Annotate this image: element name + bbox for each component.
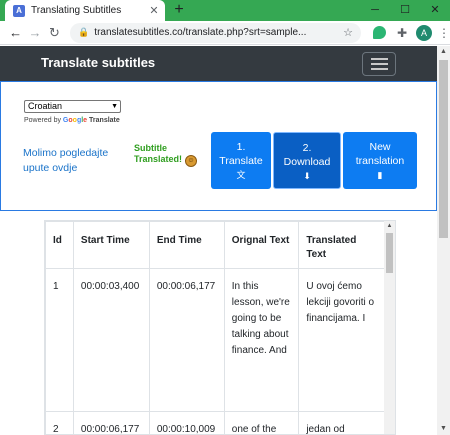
cell-id: 2	[45, 411, 74, 434]
reload-icon[interactable]: ↻	[45, 23, 64, 43]
help-link[interactable]: Molimo pogledajte upute ovdje	[23, 146, 123, 176]
header-original-text: Orignal Text	[223, 221, 300, 269]
translate-favicon-icon: A	[13, 4, 25, 17]
cell-start-time: 00:00:03,400	[72, 268, 150, 412]
minimize-button[interactable]: ─	[360, 0, 390, 21]
chevron-down-icon: ▼	[111, 103, 118, 110]
subtitle-table-container[interactable]: Id Start Time End Time Orignal Text Tran…	[44, 220, 396, 435]
cell-id: 1	[45, 268, 74, 412]
translate-button[interactable]: 1. Translate 文	[211, 132, 271, 189]
language-select[interactable]: Croatian ▼	[24, 100, 121, 113]
cell-start-time: 00:00:06,177	[72, 411, 150, 434]
close-window-button[interactable]: ✕	[420, 0, 450, 21]
back-arrow-icon[interactable]: ←	[6, 23, 25, 43]
smiley-icon: ☺	[185, 155, 197, 167]
google-logo: Google	[62, 117, 88, 124]
table-scroll-thumb[interactable]	[386, 233, 393, 273]
lock-icon[interactable]: 🔒	[78, 27, 89, 38]
tab-title: Translating Subtitles	[31, 5, 122, 16]
powered-by-text: Powered by	[24, 117, 61, 124]
download-button[interactable]: 2. Download ⬇	[273, 132, 341, 189]
header-start-time: Start Time	[72, 221, 150, 269]
page-content: Translate subtitles Croatian ▼ Powered b…	[0, 46, 437, 435]
page-scrollbar[interactable]: ▲ ▼	[437, 46, 450, 435]
cell-translated-text[interactable]: jedan od	[298, 411, 385, 434]
table-row: 1 00:00:03,400 00:00:06,177 In this less…	[45, 268, 385, 412]
scroll-up-icon[interactable]: ▲	[384, 221, 395, 231]
table-header-row: Id Start Time End Time Orignal Text Tran…	[45, 221, 385, 269]
table-row: 2 00:00:06,177 00:00:10,009 one of the j…	[45, 411, 385, 434]
translate-panel: Croatian ▼ Powered by Google Translate M…	[0, 81, 437, 211]
browser-tab[interactable]: A Translating Subtitles ✕	[5, 0, 165, 21]
download-icon: ⬇	[303, 171, 311, 181]
subtitle-table: Id Start Time End Time Orignal Text Tran…	[45, 221, 385, 434]
maximize-button[interactable]: ☐	[390, 0, 420, 21]
cell-end-time: 00:00:06,177	[148, 268, 225, 412]
extension-icon[interactable]	[372, 26, 386, 39]
extensions-puzzle-icon[interactable]: ✚	[397, 26, 407, 40]
header-end-time: End Time	[148, 221, 225, 269]
profile-avatar[interactable]: A	[416, 24, 432, 41]
forward-arrow-icon[interactable]: →	[25, 23, 44, 43]
table-scrollbar[interactable]: ▲	[384, 221, 395, 434]
browser-toolbar: ← → ↻ 🔒 translatesubtitles.co/translate.…	[0, 21, 450, 45]
header-translated-text: Translated Text	[298, 221, 385, 269]
url-text[interactable]: translatesubtitles.co/translate.php?srt=…	[94, 27, 343, 38]
window-controls: ─ ☐ ✕	[360, 0, 450, 21]
file-icon: ▮	[377, 170, 383, 180]
hamburger-menu-icon[interactable]	[362, 52, 396, 76]
language-icon: 文	[236, 170, 246, 180]
cell-original-text: one of the	[223, 411, 300, 434]
close-tab-icon[interactable]: ✕	[147, 4, 161, 17]
site-brand[interactable]: Translate subtitles	[41, 55, 155, 70]
new-tab-button[interactable]: +	[171, 1, 187, 19]
bookmark-star-icon[interactable]: ☆	[343, 26, 353, 39]
browser-tab-strip: A Translating Subtitles ✕ + ─ ☐ ✕	[0, 0, 450, 21]
google-powered-by: Powered by Google Translate	[24, 117, 120, 124]
address-bar[interactable]: 🔒 translatesubtitles.co/translate.php?sr…	[70, 22, 361, 43]
cell-translated-text[interactable]: U ovoj ćemo lekciji govoriti o financija…	[298, 268, 385, 412]
cell-end-time: 00:00:10,009	[148, 411, 225, 434]
scroll-up-icon[interactable]: ▲	[437, 46, 450, 58]
page-scroll-thumb[interactable]	[439, 60, 448, 238]
cell-original-text: In this lesson, we're going to be talkin…	[223, 268, 300, 412]
new-translation-button[interactable]: New translation ▮	[343, 132, 417, 189]
language-selected-value: Croatian	[28, 101, 63, 111]
translate-word: Translate	[89, 117, 120, 124]
site-navbar: Translate subtitles	[0, 46, 437, 81]
browser-menu-icon[interactable]: ⋮	[438, 26, 450, 40]
header-id: Id	[45, 221, 74, 269]
scroll-down-icon[interactable]: ▼	[437, 423, 450, 435]
